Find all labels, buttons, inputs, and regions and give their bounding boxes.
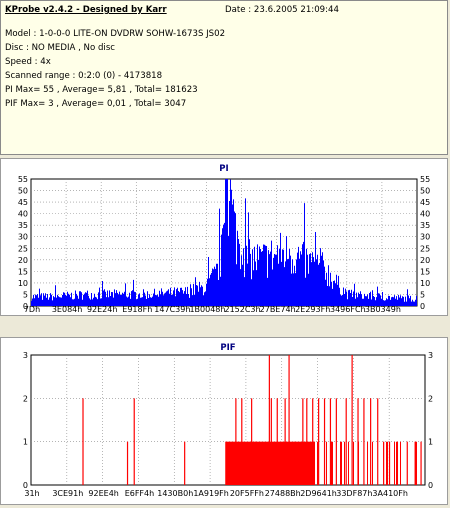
y-tick-label-right: 0 — [428, 481, 433, 490]
x-tick-label: 1A919Fh — [193, 489, 229, 498]
x-tick-label: 92E24h — [87, 305, 117, 314]
y-tick-label: 3 — [23, 351, 28, 360]
y-tick-label: 40 — [18, 210, 28, 219]
y-tick-label-right: 0 — [420, 302, 425, 311]
y-tick-label: 55 — [18, 175, 28, 184]
y-tick-label-right: 3 — [428, 351, 433, 360]
x-tick-label: 20F5FFh — [230, 489, 264, 498]
x-tick-label: 31h — [24, 489, 39, 498]
x-tick-label: 3E084h — [52, 305, 82, 314]
x-tick-label: 1B0048h — [189, 305, 225, 314]
y-tick-label: 1 — [23, 438, 28, 447]
x-tick-label: 2152C3h — [224, 305, 260, 314]
speed-line: Speed : 4x — [5, 57, 51, 67]
y-tick-label-right: 10 — [420, 279, 430, 288]
x-tick-label: E6FF4h — [125, 489, 155, 498]
x-tick-label: 2D9641h — [300, 489, 337, 498]
y-tick-label-right: 55 — [420, 175, 430, 184]
y-tick-label-right: 15 — [420, 267, 430, 276]
x-tick-label: 33DF87h — [336, 489, 372, 498]
pi-chart: 0 05 510 1015 1520 2025 2530 3035 3540 4045 4550 50… — [18, 164, 430, 314]
y-tick-label: 35 — [18, 221, 28, 230]
x-tick-label: 92EE4h — [88, 489, 118, 498]
model-line: Model : 1-0-0-0 LITE-ON DVDRW SOHW-1673S… — [5, 29, 226, 39]
app-title: KProbe v2.4.2 - Designed by Karr — [5, 5, 167, 15]
pi-chart-panel: 0 0 5 5 10 10 15 15 20 20 25 25 30 30 35 35 40 40 45 45 50 50… — [0, 158, 448, 316]
y-tick-label-right: 25 — [420, 244, 430, 253]
chart-title: PIF — [220, 343, 235, 353]
x-tick-label: 2E293Fh — [295, 305, 330, 314]
y-tick-label: 15 — [18, 267, 28, 276]
x-tick-label: 3CE91h — [52, 489, 83, 498]
y-tick-label-right: 1 — [428, 438, 433, 447]
pif-stats-line: PIF Max= 3 , Average= 0,01 , Total= 3047 — [5, 99, 187, 109]
y-tick-label-right: 45 — [420, 198, 430, 207]
x-tick-label: 3A410Fh — [372, 489, 408, 498]
pi-stats-line: PI Max= 55 , Average= 5,81 , Total= 1816… — [5, 85, 198, 95]
x-tick-label: 147C39h — [154, 305, 190, 314]
y-tick-label-right: 20 — [420, 256, 430, 265]
scan-date: Date : 23.6.2005 21:09:44 — [225, 5, 339, 15]
x-tick-label: 7Dh — [24, 305, 40, 314]
y-tick-label: 25 — [18, 244, 28, 253]
y-tick-label-right: 40 — [420, 210, 430, 219]
disc-line: Disc : NO MEDIA , No disc — [5, 43, 116, 53]
y-tick-label-right: 35 — [420, 221, 430, 230]
chart-title: PI — [219, 164, 228, 174]
y-tick-label: 10 — [18, 279, 28, 288]
pif-chart: 0 01 12 23 331h 3CE91h 92EE4h E6FF4h 1430B0h 1A91… — [23, 343, 433, 498]
y-tick-label: 5 — [23, 290, 28, 299]
x-tick-label: 3B0349h — [365, 305, 401, 314]
pif-chart-panel: 0 0 1 1 2 2 3 3 31h 3CE91h 92EE4h E6FF4h 1430B0h 1A91… — [0, 337, 448, 505]
info-panel: KProbe v2.4.2 - Designed by Karr Date : … — [0, 0, 448, 155]
scanned-range-line: Scanned range : 0:2:0 (0) - 4173818 — [5, 71, 163, 81]
x-tick-label: 3496FCh — [330, 305, 366, 314]
y-tick-label-right: 5 — [420, 290, 425, 299]
y-tick-label: 50 — [18, 187, 28, 196]
x-tick-label: 27BE74h — [260, 305, 296, 314]
y-tick-label-right: 2 — [428, 394, 433, 403]
y-tick-label: 30 — [18, 233, 28, 242]
y-tick-label: 2 — [23, 394, 28, 403]
y-tick-label: 20 — [18, 256, 28, 265]
y-tick-label: 45 — [18, 198, 28, 207]
x-tick-label: E918Fh — [122, 305, 152, 314]
y-tick-label-right: 30 — [420, 233, 430, 242]
y-tick-label-right: 50 — [420, 187, 430, 196]
x-tick-label: 1430B0h — [157, 489, 193, 498]
x-tick-label: 27488Bh — [265, 489, 301, 498]
